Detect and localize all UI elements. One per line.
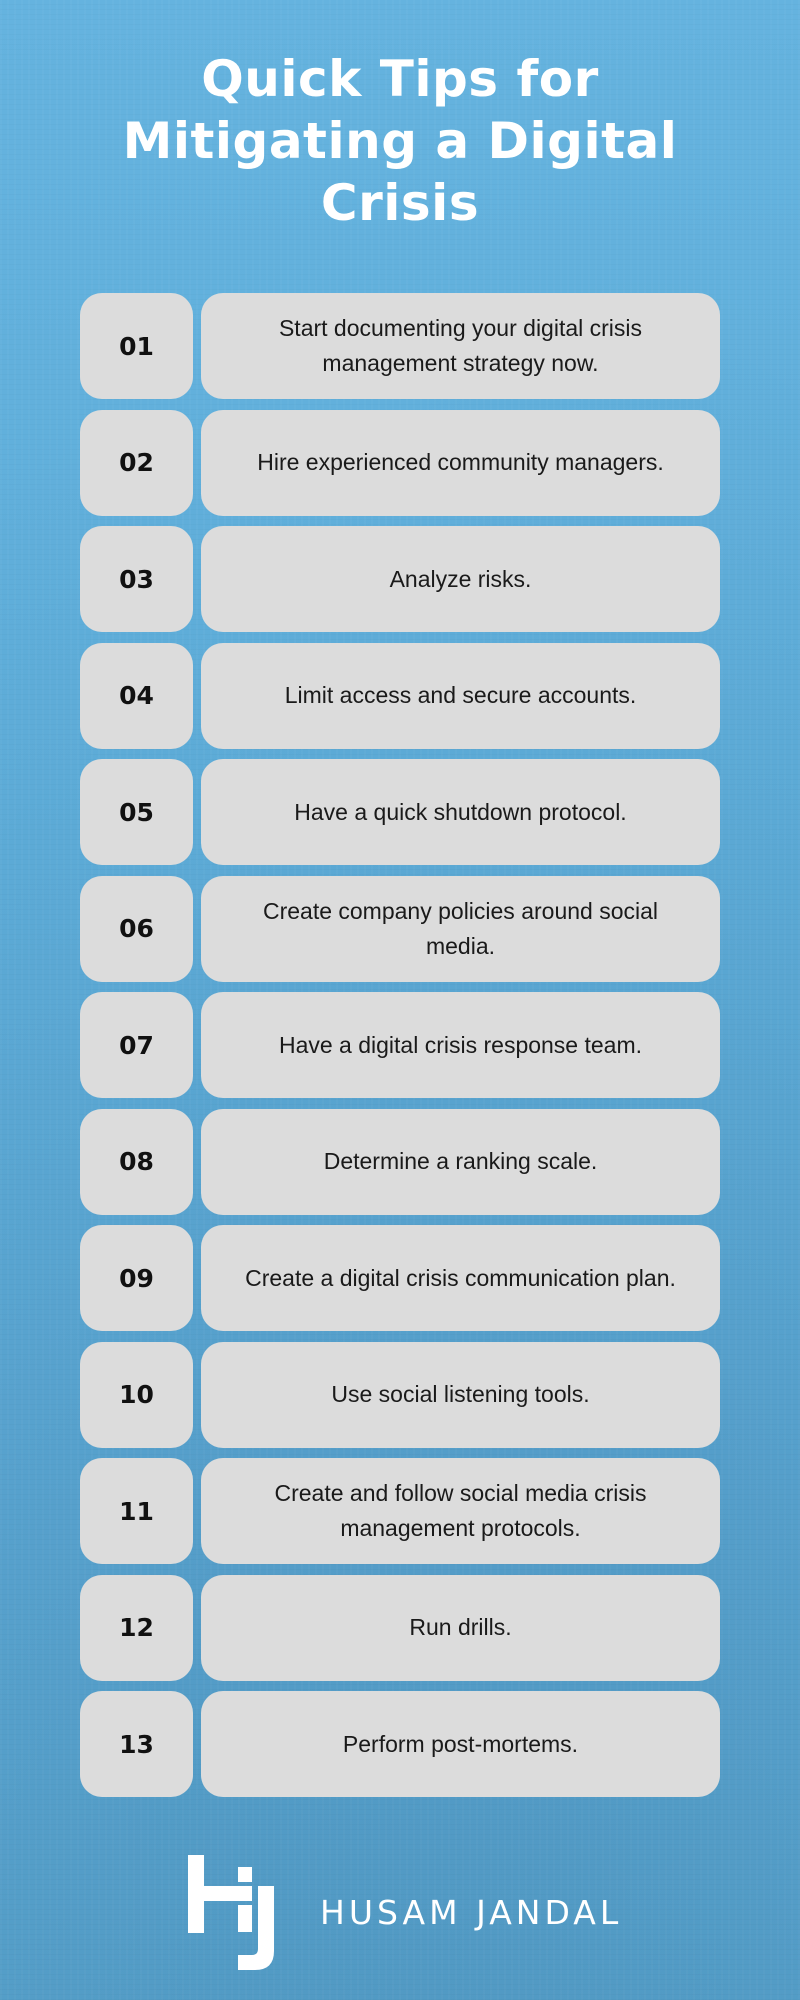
tip-text-card: Create a digital crisis communication pl…	[201, 1225, 720, 1331]
tip-text: Create a digital crisis communication pl…	[245, 1264, 676, 1291]
tip-row: 01 Start documenting your digital crisis…	[80, 293, 720, 399]
tip-row: 05 Have a quick shutdown protocol.	[80, 759, 720, 865]
tip-text: Hire experienced community managers.	[257, 449, 664, 475]
tip-row: 04 Limit access and secure accounts.	[80, 642, 720, 749]
tip-number: 04	[80, 642, 193, 749]
tip-number: 12	[80, 1574, 193, 1681]
tip-number: 03	[80, 526, 193, 632]
tip-text: Start documenting your digital crisis ma…	[278, 315, 643, 376]
tip-number: 10	[80, 1341, 193, 1448]
tip-text: Create company policies around social me…	[262, 897, 659, 959]
tip-text-card: Have a quick shutdown protocol.	[201, 759, 720, 865]
tip-row: 08 Determine a ranking scale.	[80, 1108, 720, 1215]
title-line-1: Quick Tips for	[201, 50, 599, 108]
tip-row: 07 Have a digital crisis response team.	[80, 992, 720, 1098]
tip-text: Have a quick shutdown protocol.	[294, 798, 627, 825]
tip-text-card: Hire experienced community managers.	[201, 409, 720, 516]
tip-text: Limit access and secure accounts.	[284, 682, 637, 708]
tip-text: Perform post-mortems.	[342, 1730, 579, 1757]
tip-row: 06 Create company policies around social…	[80, 875, 720, 982]
tip-text-card: Create and follow social media crisis ma…	[201, 1458, 720, 1564]
tip-text-card: Have a digital crisis response team.	[201, 992, 720, 1098]
tip-number: 02	[80, 409, 193, 516]
tip-row: 02 Hire experienced community managers.	[80, 409, 720, 516]
tips-list: 01 Start documenting your digital crisis…	[80, 293, 720, 1808]
title-line-2: Mitigating a Digital	[122, 112, 678, 170]
tip-text-card: Determine a ranking scale.	[201, 1108, 720, 1215]
tip-text-card: Analyze risks.	[201, 526, 720, 632]
hj-monogram-logo-icon	[188, 1855, 274, 1970]
title-line-3: Crisis	[320, 174, 480, 232]
tip-text: Determine a ranking scale.	[323, 1148, 598, 1174]
tip-row: 11 Create and follow social media crisis…	[80, 1458, 720, 1564]
tip-row: 03 Analyze risks.	[80, 526, 720, 632]
tip-row: 09 Create a digital crisis communication…	[80, 1225, 720, 1331]
tip-text: Have a digital crisis response team.	[278, 1031, 643, 1058]
tip-text: Analyze risks.	[389, 565, 532, 592]
tip-number: 01	[80, 293, 193, 399]
tip-number: 08	[80, 1108, 193, 1215]
tip-row: 10 Use social listening tools.	[80, 1341, 720, 1448]
tip-number: 05	[80, 759, 193, 865]
tip-text-card: Perform post-mortems.	[201, 1691, 720, 1797]
tip-text-card: Use social listening tools.	[201, 1341, 720, 1448]
tip-number: 11	[80, 1458, 193, 1564]
tip-text-card: Run drills.	[201, 1574, 720, 1681]
tip-row: 13 Perform post-mortems.	[80, 1691, 720, 1797]
tip-text-card: Create company policies around social me…	[201, 875, 720, 982]
tip-row: 12 Run drills.	[80, 1574, 720, 1681]
tip-text-card: Limit access and secure accounts.	[201, 642, 720, 749]
tip-text: Create and follow social media crisis ma…	[274, 1480, 647, 1541]
tip-number: 07	[80, 992, 193, 1098]
tip-number: 13	[80, 1691, 193, 1797]
brand-name: HUSAM JANDAL	[320, 1893, 623, 1932]
tip-number: 09	[80, 1225, 193, 1331]
brand-footer: HUSAM JANDAL	[188, 1855, 622, 1970]
tip-text: Use social listening tools.	[331, 1381, 590, 1407]
tip-number: 06	[80, 875, 193, 982]
page-title: Quick Tips for Mitigating a Digital Cris…	[0, 48, 800, 234]
tip-text-card: Start documenting your digital crisis ma…	[201, 293, 720, 399]
tip-text: Run drills.	[409, 1614, 512, 1640]
